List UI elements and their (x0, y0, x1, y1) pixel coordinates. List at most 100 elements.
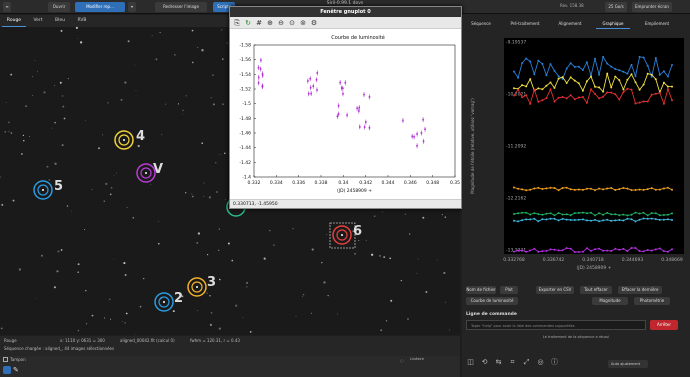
tab-graph[interactable]: Graphique (596, 18, 630, 29)
star-label-v: V (153, 162, 164, 177)
data-point (581, 96, 584, 98)
data-point (634, 220, 637, 223)
export-csv-button[interactable]: Exporter en CSV (536, 286, 574, 294)
zoom-out-icon[interactable]: ⊖ (277, 19, 285, 27)
grid-icon[interactable]: # (255, 19, 263, 27)
tab-preprocessing[interactable]: Pré-traitement (506, 18, 544, 29)
tab-rgb[interactable]: RVB (72, 15, 92, 27)
update-button[interactable]: Modifier rep... (75, 2, 125, 12)
data-point (618, 188, 621, 191)
data-point (638, 188, 641, 191)
command-input[interactable]: Taper "help" pour avoir la liste des com… (466, 320, 646, 330)
histogram-icon[interactable]: ◫ (466, 358, 475, 367)
data-point (513, 87, 515, 90)
data-point (654, 218, 657, 221)
zoom-next-icon[interactable]: ⊚ (299, 19, 307, 27)
y-tick-label: -12.2162 (506, 196, 526, 202)
zoom-in-icon[interactable]: ⊕ (266, 19, 274, 27)
data-point (614, 68, 617, 70)
linear-label[interactable]: Linéaire (410, 357, 460, 361)
crop-icon[interactable]: ⌗ (508, 358, 517, 367)
stop-button[interactable]: Arrêter (650, 320, 678, 330)
x-tick-label: 0.342 (359, 180, 372, 186)
data-point (671, 188, 673, 191)
data-point (650, 187, 653, 190)
memory-selector[interactable]: 25 Go/s (605, 2, 627, 12)
user-button[interactable]: Emprunter écran (632, 2, 672, 12)
data-point (533, 187, 536, 190)
data-point (626, 78, 629, 81)
data-point (577, 96, 580, 99)
data-point (646, 100, 649, 103)
auto-adjust-select[interactable]: Auto ajustement (608, 360, 648, 368)
data-point (259, 68, 262, 70)
data-point (642, 56, 645, 59)
data-point (590, 211, 592, 214)
data-point (598, 247, 601, 250)
fit-icon[interactable]: ⤢ (522, 358, 531, 367)
data-point (594, 92, 596, 95)
tab-blue[interactable]: Bleu (50, 15, 70, 27)
sequence-icon[interactable] (3, 366, 11, 374)
tab-green[interactable]: Vert (28, 15, 48, 27)
data-point (610, 219, 613, 222)
data-point (646, 249, 649, 251)
tab-alignment[interactable]: Alignement (554, 18, 586, 29)
data-point (315, 78, 318, 81)
photometry-select[interactable]: Photométrie (634, 297, 670, 305)
tab-sequence[interactable]: Séquence (466, 18, 496, 29)
target-icon[interactable]: ◎ (536, 358, 545, 367)
filename-button[interactable]: Nom de fichier (466, 286, 496, 294)
y-tick-label: -1.52 (239, 87, 251, 93)
clear-all-button[interactable]: Tout effacer (580, 286, 612, 294)
tab-red[interactable]: Rouge (2, 15, 26, 27)
data-point (557, 212, 560, 214)
data-point (658, 188, 661, 191)
data-point (585, 80, 588, 83)
data-point (666, 75, 669, 78)
zoom-reset-icon[interactable]: ⊙ (288, 19, 296, 27)
lightcurve-button[interactable]: Courbe de luminosité (466, 297, 518, 305)
data-point (569, 188, 572, 191)
data-point (598, 187, 601, 190)
data-point (569, 94, 572, 97)
magnitude-select[interactable]: Magnitude (592, 297, 628, 305)
copy-icon[interactable]: ⎘ (233, 19, 241, 27)
processing-status: Le traitement de la séquence a réussi (542, 335, 610, 339)
data-point (339, 81, 341, 84)
status-coords: x: 1110 y: 0631 = 300 (60, 338, 105, 343)
pencil-icon[interactable]: ✎ (13, 366, 21, 374)
data-point (565, 247, 568, 250)
x-tick-label: 0.35 (450, 180, 460, 186)
data-point (654, 212, 657, 215)
data-point (537, 87, 540, 90)
data-point (517, 187, 520, 190)
settings-icon[interactable]: ⚙ (310, 19, 318, 27)
data-point (662, 214, 665, 216)
refresh-icon[interactable]: ↻ (244, 19, 252, 27)
flip-icon[interactable]: ⇆ (494, 358, 503, 367)
data-point (606, 187, 609, 190)
rotate-icon[interactable]: ⟲ (480, 358, 489, 367)
tampon-checkbox[interactable] (3, 357, 8, 362)
dropdown-icon[interactable]: ▾ (128, 2, 136, 12)
data-point (257, 82, 260, 84)
y-tick-label: -1.54 (239, 72, 251, 78)
gnuplot-window[interactable]: Fenêtre gnuplot 0 ⎘ ↻ # ⊕ ⊖ ⊙ ⊚ ⚙ Courbe… (229, 6, 462, 209)
plot-button[interactable]: Plot (500, 286, 518, 294)
data-point (581, 211, 584, 214)
data-point (614, 189, 617, 191)
data-point (646, 217, 649, 220)
tab-stacking[interactable]: Empilement (638, 18, 676, 29)
x-tick-label: 0.348669 (661, 257, 683, 263)
x-tick-label: 0.336 (292, 180, 305, 186)
clear-last-button[interactable]: Effacer la dernière (618, 286, 662, 294)
data-point (662, 81, 665, 84)
info-icon[interactable]: ⓘ (550, 358, 559, 367)
data-point (638, 101, 641, 104)
y-tick-label: -1.48 (239, 116, 251, 122)
tampon-label: Tampon (10, 357, 26, 362)
data-point (513, 219, 515, 222)
reset-button[interactable]: Redresser l'image (155, 2, 207, 12)
open-button[interactable]: Ouvrir (48, 2, 70, 12)
